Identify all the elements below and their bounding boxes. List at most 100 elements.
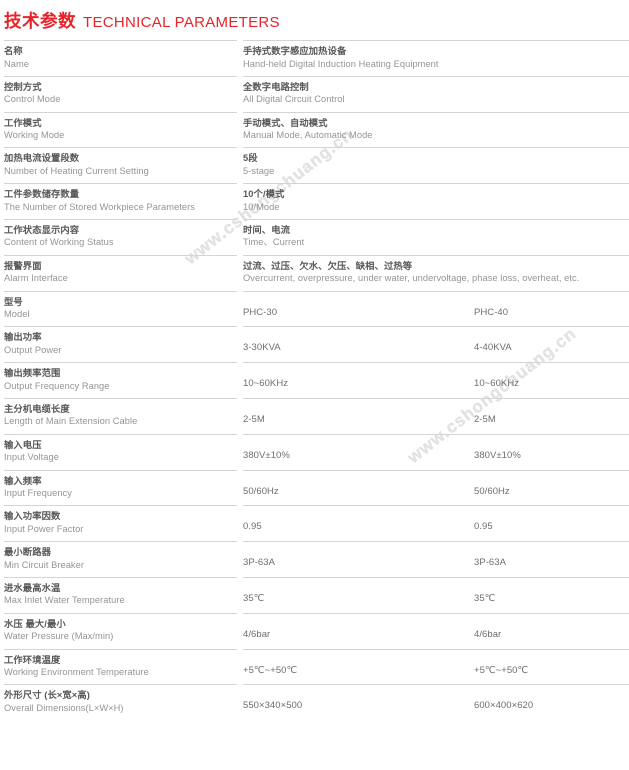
row-label-en: Alarm Interface [4, 273, 68, 284]
divider [474, 40, 629, 41]
table-row: 型号 Model PHC-30 PHC-40 [0, 290, 629, 327]
row-label-cn: 工作状态显示内容 [4, 224, 80, 235]
row-value-cell-phc40: 4/6bar [474, 612, 629, 649]
row-value-phc40: 2-5M [474, 413, 496, 425]
row-label-cell: 输入功率因数 Input Power Factor [4, 505, 237, 541]
row-label-cn: 工作环境温度 [4, 654, 61, 665]
row-label-cell: 控制方式 Control Mode [4, 75, 237, 112]
page-title-en: TECHNICAL PARAMETERS [83, 14, 280, 31]
row-label-en: Input Power Factor [4, 523, 84, 534]
row-value-phc40: 35℃ [474, 592, 496, 604]
row-value-cell-spacer [474, 75, 629, 112]
row-label-en: Model [4, 309, 30, 320]
row-label-cn: 报警界面 [4, 260, 42, 271]
row-value-cell-spacer [474, 147, 629, 183]
row-label-cell: 主分机电缆长度 Length of Main Extension Cable [4, 397, 237, 434]
row-label-cn: 进水最高水温 [4, 582, 61, 593]
divider [243, 40, 474, 41]
row-value-cell-phc30: 2-5M [243, 397, 474, 434]
row-label-cn: 加热电流设置段数 [4, 153, 80, 164]
row-label-cell: 工件参数储存数量 The Number of Stored Workpiece P… [4, 183, 237, 219]
row-label-en: Input Frequency [4, 488, 72, 499]
row-value-phc40: PHC-40 [474, 306, 509, 318]
row-value-phc40: 600×400×620 [474, 700, 534, 712]
table-row: 名称 Name 手持式数字感应加热设备 Hand-held Digital Induc… [0, 40, 629, 76]
row-value-phc30: 0.95 [243, 521, 262, 533]
row-label-en: Length of Main Extension Cable [4, 416, 138, 427]
row-value-cell-phc30: 50/60Hz [243, 469, 474, 506]
row-value-phc40: 3P-63A [474, 557, 506, 569]
table-row: 输入频率 Input Frequency 50/60Hz 50/60Hz [0, 469, 629, 506]
row-label-cn: 外形尺寸 (长×宽×高) [4, 690, 90, 701]
row-value-phc30: 380V±10% [243, 449, 290, 461]
row-value-cell-phc30: 10~60KHz [243, 362, 474, 398]
row-value-cell-phc40: 0.95 [474, 505, 629, 541]
row-value-phc40: 4/6bar [474, 628, 502, 640]
row-value-cell-phc30: 550×340×500 [243, 684, 474, 720]
row-label-cell: 最小断路器 Min Circuit Breaker [4, 541, 237, 577]
row-value-cell-spacer [474, 183, 629, 219]
table-row: 工作模式 Working Mode 手动模式、自动模式 Manual Mode, Au… [0, 111, 629, 148]
row-value-phc30: PHC-30 [243, 306, 278, 318]
row-value-phc40: 10~60KHz [474, 378, 520, 390]
row-label-cn: 输入功率因数 [4, 511, 61, 522]
row-label-en: Control Mode [4, 94, 61, 105]
table-row: 输入功率因数 Input Power Factor 0.95 0.95 [0, 505, 629, 541]
table-row: 报警界面 Alarm Interface 过流、过压、欠水、欠压、缺相、过热等 Ove… [0, 254, 629, 291]
row-value-cell-phc30: PHC-30 [243, 290, 474, 327]
table-row: 输入电压 Input Voltage 380V±10% 380V±10% [0, 433, 629, 470]
row-value-cell-phc30: 3-30KVA [243, 326, 474, 362]
row-label-en: Name [4, 58, 29, 69]
row-label-en: Number of Heating Current Setting [4, 165, 149, 176]
row-label-cell: 进水最高水温 Max Inlet Water Temperature [4, 576, 237, 613]
row-label-cn: 水压 最大/最小 [4, 618, 66, 629]
row-value-cell-phc40: 4-40KVA [474, 326, 629, 362]
row-label-en: Input Voltage [4, 452, 59, 463]
row-label-cn: 最小断路器 [4, 547, 51, 558]
row-label-en: Overall Dimensions(L×W×H) [4, 702, 124, 713]
row-label-en: Working Mode [4, 130, 65, 141]
row-label-cell: 水压 最大/最小 Water Pressure (Max/min) [4, 612, 237, 649]
table-row: 输出功率 Output Power 3-30KVA 4-40KVA [0, 326, 629, 362]
row-value-phc30: 3-30KVA [243, 342, 281, 354]
row-label-cn: 主分机电缆长度 [4, 403, 70, 414]
row-label-cell: 工作模式 Working Mode [4, 111, 237, 148]
row-label-cn: 输出频率范围 [4, 368, 61, 379]
row-label-cn: 名称 [4, 46, 23, 56]
table-row: 工作环境温度 Working Environment Temperature +5℃… [0, 648, 629, 685]
row-label-cell: 加热电流设置段数 Number of Heating Current Settin… [4, 147, 237, 183]
divider [4, 40, 237, 41]
row-value-cell-phc30: 380V±10% [243, 433, 474, 470]
row-value-cell-phc40: 3P-63A [474, 541, 629, 577]
row-label-cell: 输入频率 Input Frequency [4, 469, 237, 506]
row-value-cell-phc40: PHC-40 [474, 290, 629, 327]
row-label-en: Output Frequency Range [4, 380, 110, 391]
row-label-cell: 名称 Name [4, 40, 237, 76]
row-value-phc40: 380V±10% [474, 449, 521, 461]
row-value-cell-phc30: 3P-63A [243, 541, 474, 577]
row-value-phc30: 3P-63A [243, 557, 275, 569]
row-value-cell-phc40: 35℃ [474, 576, 629, 613]
row-value-phc30: 2-5M [243, 413, 265, 425]
row-label-cell: 型号 Model [4, 290, 237, 327]
row-value-cell-phc30: 0.95 [243, 505, 474, 541]
row-value-phc30: 50/60Hz [243, 485, 279, 497]
page-title: 技术参数 TECHNICAL PARAMETERS [4, 8, 280, 38]
row-value-cell-phc40: +5℃~+50℃ [474, 648, 629, 685]
row-value-cell-phc30: 35℃ [243, 576, 474, 613]
technical-parameters-table: 名称 Name 手持式数字感应加热设备 Hand-held Digital Induc… [0, 40, 629, 720]
row-value-cell-spacer [474, 254, 629, 291]
row-label-en: The Number of Stored Workpiece Parameter… [4, 201, 195, 212]
row-value-phc40: +5℃~+50℃ [474, 664, 529, 676]
row-value-cell-phc40: 600×400×620 [474, 684, 629, 720]
row-label-en: Content of Working Status [4, 237, 114, 248]
row-label-en: Output Power [4, 344, 62, 355]
row-value-phc30: 10~60KHz [243, 378, 289, 390]
row-value-phc30: 35℃ [243, 592, 265, 604]
row-value-cell-phc40: 380V±10% [474, 433, 629, 470]
table-row: 输出频率范围 Output Frequency Range 10~60KHz 10~6… [0, 362, 629, 398]
row-label-cn: 输出功率 [4, 332, 42, 343]
row-label-cell: 工作状态显示内容 Content of Working Status [4, 218, 237, 255]
row-label-cn: 输入频率 [4, 475, 42, 486]
row-value-cell-spacer [474, 218, 629, 255]
